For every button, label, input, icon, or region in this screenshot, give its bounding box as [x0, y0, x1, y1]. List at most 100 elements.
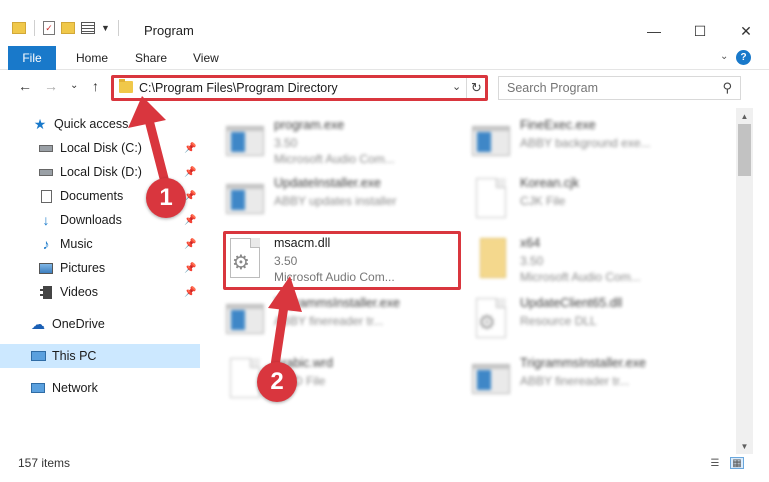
address-highlight-box	[111, 75, 488, 101]
list-item[interactable]: Korean.cjk CJK File	[456, 170, 706, 228]
network-icon	[30, 381, 46, 395]
list-item[interactable]: program.exe 3.50 Microsoft Audio Com...	[210, 112, 460, 170]
customize-toolbar-icon[interactable]	[81, 22, 95, 34]
chevron-down-icon[interactable]: ▼	[101, 23, 110, 33]
scroll-up-icon[interactable]: ▲	[736, 108, 753, 124]
toolbar-divider	[117, 20, 119, 36]
file-name: x64	[520, 236, 541, 250]
file-description: ABBY background exe...	[520, 136, 651, 150]
sidebar-item-label: Music	[60, 237, 93, 251]
pin-icon[interactable]: 📌	[184, 215, 196, 226]
sidebar-item-label: Documents	[60, 189, 124, 203]
navigation-pane: ★ Quick access Local Disk (C:) 📌 Local D…	[0, 108, 200, 448]
file-description: Resource DLL	[520, 314, 597, 328]
list-item[interactable]: UpdateInstaller.exe ABBY updates install…	[210, 170, 460, 228]
documents-icon	[38, 189, 54, 203]
step-1-badge: 1	[146, 178, 186, 218]
file-name: FineExec.exe	[520, 118, 596, 132]
file-name: program.exe	[274, 118, 345, 132]
tab-view[interactable]: View	[193, 51, 219, 65]
step-2-badge: 2	[257, 362, 297, 402]
sidebar-item-onedrive[interactable]: ☁ OneDrive	[0, 312, 200, 336]
exe-icon	[472, 118, 510, 162]
list-item[interactable]: x64 3.50 Microsoft Audio Com...	[456, 230, 706, 288]
folder-icon	[472, 236, 510, 280]
vertical-scrollbar[interactable]: ▲ ▼	[736, 108, 753, 454]
computer-icon	[30, 349, 46, 363]
file-description: Microsoft Audio Com...	[520, 270, 641, 284]
expand-ribbon-icon[interactable]: ⌄	[720, 51, 728, 62]
sidebar-item-local-disk-c[interactable]: Local Disk (C:) 📌	[0, 136, 200, 160]
folder-icon	[12, 22, 26, 34]
pin-icon[interactable]: 📌	[184, 287, 196, 298]
file-description: ABBY updates installer	[274, 194, 397, 208]
pin-icon[interactable]: 📌	[184, 143, 196, 154]
window-controls: — ☐ ✕	[631, 18, 769, 44]
list-item[interactable]: ⚙ UpdateClient65.dll Resource DLL	[456, 290, 706, 348]
file-version: 3.50	[274, 136, 298, 150]
file-description: ABBY finereader tr...	[274, 314, 384, 328]
sidebar-item-network[interactable]: Network	[0, 376, 200, 400]
maximize-button[interactable]: ☐	[677, 18, 723, 44]
pictures-icon	[38, 261, 54, 275]
file-name: Korean.cjk	[520, 176, 580, 190]
new-folder-icon[interactable]	[61, 22, 75, 34]
tab-share[interactable]: Share	[135, 51, 167, 65]
sidebar-item-label: Network	[52, 381, 98, 395]
dll-gear-icon: ⚙	[472, 296, 510, 340]
file-type: CJK File	[520, 194, 566, 208]
file-name: TrigrammsInstaller.exe	[274, 296, 400, 310]
close-button[interactable]: ✕	[723, 18, 769, 44]
search-input[interactable]	[507, 78, 717, 98]
drive-icon	[38, 141, 54, 155]
details-view-icon[interactable]: ☰	[708, 457, 722, 469]
cloud-icon: ☁	[31, 315, 45, 332]
sidebar-item-music[interactable]: ♪ Music 📌	[0, 232, 200, 256]
tiles-view-icon[interactable]: ▦	[730, 457, 744, 469]
download-icon: ↓	[42, 212, 50, 228]
exe-icon	[472, 356, 510, 400]
pin-icon[interactable]: 📌	[184, 263, 196, 274]
sidebar-item-this-pc[interactable]: This PC	[0, 344, 200, 368]
exe-icon	[226, 296, 264, 340]
file-name: UpdateInstaller.exe	[274, 176, 382, 190]
scroll-thumb[interactable]	[738, 124, 751, 176]
list-item[interactable]: Arabic.wrd WRD File	[210, 350, 460, 408]
sidebar-item-label: Local Disk (D:)	[60, 165, 142, 179]
sidebar-item-label: Local Disk (C:)	[60, 141, 142, 155]
back-button[interactable]: ←	[18, 78, 32, 94]
sidebar-item-label: OneDrive	[52, 317, 105, 331]
recent-locations-button[interactable]: ⌄	[70, 80, 78, 91]
sidebar-item-label: Downloads	[60, 213, 122, 227]
up-button[interactable]: ↑	[92, 78, 99, 94]
forward-button[interactable]: →	[44, 78, 58, 94]
search-icon[interactable]: ⚲	[722, 80, 732, 96]
file-version: 3.50	[520, 254, 544, 268]
ribbon-tabs: File Home Share View ⌄ ?	[0, 46, 769, 70]
minimize-button[interactable]: —	[631, 18, 677, 44]
properties-icon[interactable]: ✓	[43, 21, 55, 35]
file-highlight-box	[223, 231, 461, 290]
list-item[interactable]: TrigrammsInstaller.exe ABBY finereader t…	[210, 290, 460, 348]
exe-icon	[226, 118, 264, 162]
sidebar-item-videos[interactable]: Videos 📌	[0, 280, 200, 304]
help-icon[interactable]: ?	[736, 50, 751, 65]
window-title: Program	[144, 23, 194, 38]
sidebar-item-label: Quick access	[54, 117, 129, 131]
tab-file[interactable]: File	[8, 46, 56, 70]
sidebar-item-quick-access[interactable]: ★ Quick access	[0, 112, 200, 136]
title-bar: ✓ ▼ Program — ☐ ✕	[0, 0, 769, 44]
sidebar-item-label: Pictures	[60, 261, 106, 275]
list-item[interactable]: FineExec.exe ABBY background exe...	[456, 112, 706, 170]
star-icon: ★	[33, 115, 47, 132]
sidebar-item-pictures[interactable]: Pictures 📌	[0, 256, 200, 280]
tab-home[interactable]: Home	[76, 51, 108, 65]
drive-icon	[38, 165, 54, 179]
search-box[interactable]: ⚲	[498, 76, 741, 100]
status-bar: 157 items ☰ ▦	[0, 452, 769, 476]
pin-icon[interactable]: 📌	[184, 167, 196, 178]
pin-icon[interactable]: 📌	[184, 239, 196, 250]
document-icon	[472, 176, 510, 220]
toolbar-divider	[34, 20, 35, 36]
list-item[interactable]: TrigrammsInstaller.exe ABBY finereader t…	[456, 350, 706, 408]
